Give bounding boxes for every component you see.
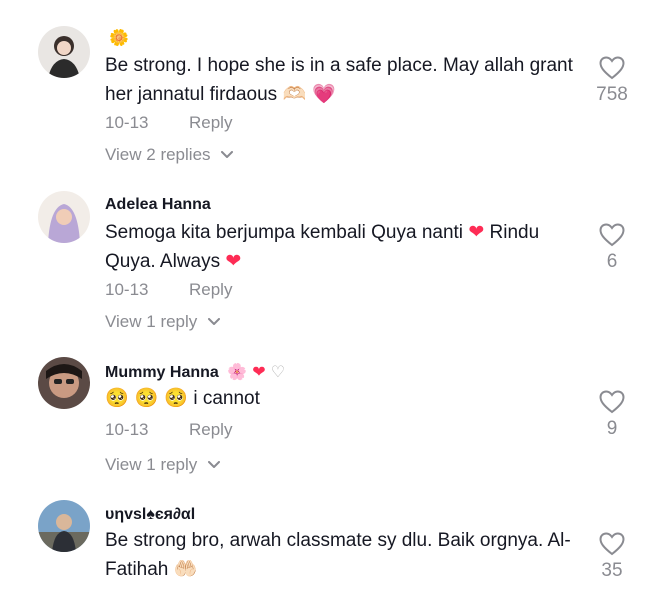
comment-text: Be strong bro, arwah classmate sy dlu. B… <box>105 527 590 584</box>
reply-button[interactable]: Reply <box>189 113 232 133</box>
view-replies-label: View 2 replies <box>105 145 211 164</box>
comment-meta: 10-13 Reply <box>105 420 232 440</box>
palms-up-icon: 🤲🏻 <box>173 558 198 580</box>
like-count: 758 <box>596 84 628 105</box>
username[interactable]: 🌼 <box>105 28 129 48</box>
avatar[interactable] <box>38 26 90 78</box>
like-count: 35 <box>601 560 623 581</box>
reply-button[interactable]: Reply <box>189 420 232 440</box>
flower-heart-icons: 🌸 ❤ ♡ <box>227 362 285 381</box>
username[interactable]: υηvsl♠єя∂αl <box>105 506 195 524</box>
avatar[interactable] <box>38 357 90 409</box>
like-button[interactable]: 9 <box>582 390 642 440</box>
avatar[interactable] <box>38 191 90 243</box>
white-heart-icon: ♡ <box>270 362 286 381</box>
like-count: 6 <box>606 251 618 272</box>
like-button[interactable]: 35 <box>582 532 642 582</box>
avatar[interactable] <box>38 500 90 552</box>
heart-outline-icon <box>599 56 625 80</box>
view-replies-label: View 1 reply <box>105 312 198 331</box>
like-button[interactable]: 6 <box>582 223 642 273</box>
like-button[interactable]: 758 <box>582 56 642 106</box>
comment-meta: 10-13 Reply <box>105 113 232 133</box>
comment-text-body: Semoga kita berjumpa kembali Quya nanti <box>105 222 464 243</box>
reply-button[interactable]: Reply <box>189 280 232 300</box>
username[interactable]: Adelea Hanna <box>105 196 211 214</box>
red-heart-icon: ❤ <box>252 362 266 381</box>
heart-outline-icon <box>599 532 625 556</box>
comment-text: Be strong. I hope she is in a safe place… <box>105 52 590 109</box>
chevron-down-icon <box>208 460 221 468</box>
heart-hands-icon: 🫶🏻 💗 <box>282 83 336 105</box>
comment-text-body: i cannot <box>193 388 260 409</box>
view-replies-button[interactable]: View 1 reply <box>105 455 221 475</box>
flower-icon: 🌼 <box>109 28 129 47</box>
comment-date: 10-13 <box>105 420 149 439</box>
username[interactable]: Mummy Hanna 🌸 ❤ ♡ <box>105 362 285 382</box>
view-replies-label: View 1 reply <box>105 455 198 474</box>
like-count: 9 <box>606 418 618 439</box>
comment-text: 🥺 🥺 🥺 i cannot <box>105 384 590 413</box>
view-replies-button[interactable]: View 1 reply <box>105 312 221 332</box>
comment-date: 10-13 <box>105 113 149 132</box>
comment-text: Semoga kita berjumpa kembali Quya nanti … <box>105 218 590 276</box>
cherry-blossom-icon: 🌸 <box>227 362 248 381</box>
pleading-face-icon: 🥺 🥺 🥺 <box>105 387 189 409</box>
comment-meta: 10-13 Reply <box>105 280 232 300</box>
heart-outline-icon <box>599 390 625 414</box>
red-heart-icon: ❤ <box>468 221 485 243</box>
chevron-down-icon <box>221 150 234 158</box>
red-heart-icon: ❤ <box>225 250 242 272</box>
heart-outline-icon <box>599 223 625 247</box>
view-replies-button[interactable]: View 2 replies <box>105 145 234 165</box>
comment-date: 10-13 <box>105 280 149 299</box>
username-label: Mummy Hanna <box>105 364 219 381</box>
comment-text-body: Be strong. I hope she is in a safe place… <box>105 55 573 105</box>
chevron-down-icon <box>208 317 221 325</box>
